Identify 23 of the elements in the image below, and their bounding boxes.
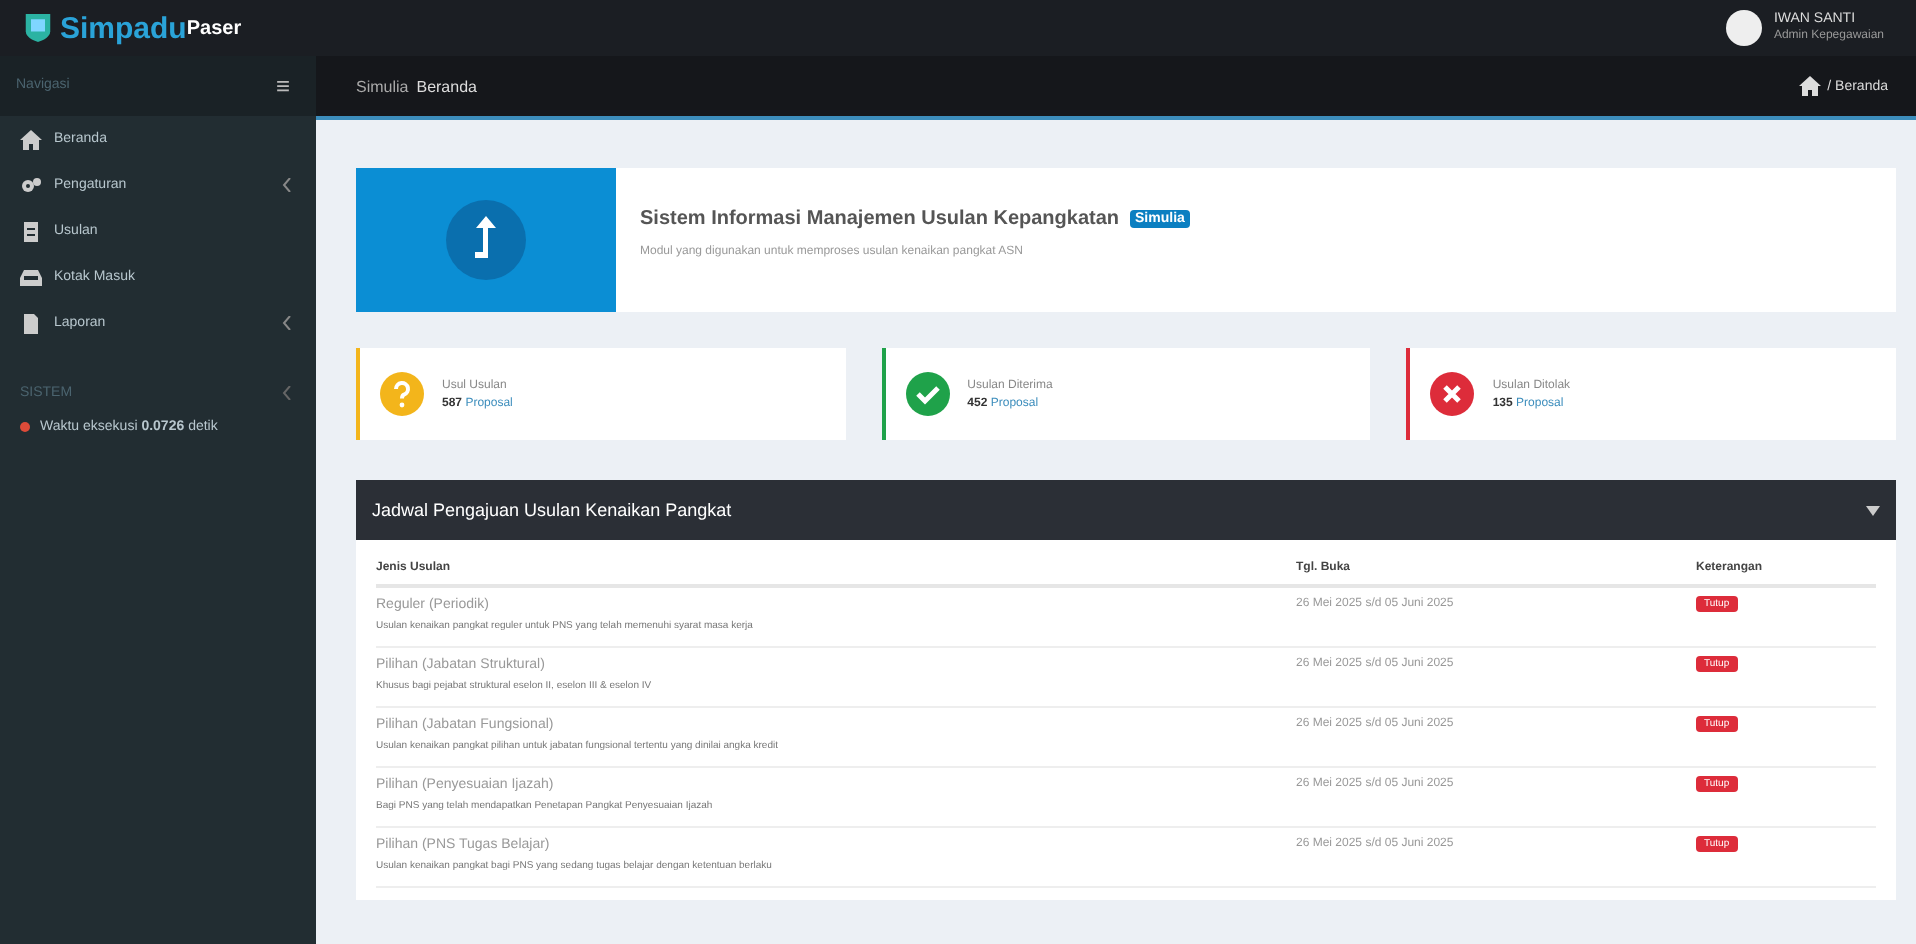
panel-title: Jadwal Pengajuan Usulan Kenaikan Pangkat (372, 500, 732, 520)
app-name: Simulia (356, 77, 409, 95)
chevron-icon (282, 316, 292, 330)
file-icon (20, 313, 42, 333)
chevron-icon (282, 178, 292, 192)
chevron-icon (282, 386, 292, 400)
check-icon (905, 372, 950, 416)
inbox-icon (20, 267, 42, 287)
arrow-up-icon (446, 200, 526, 280)
shield-icon (24, 12, 52, 44)
gears-icon (20, 175, 42, 195)
hero-title: Sistem Informasi Manajemen Usulan Kepangkatan (640, 208, 1120, 230)
question-icon (380, 372, 424, 416)
page-title: Beranda (416, 77, 479, 95)
caret-icon[interactable] (1866, 505, 1880, 515)
home-icon[interactable] (1797, 76, 1822, 96)
home-icon (20, 129, 42, 149)
menu-icon[interactable]: ≡ (276, 72, 312, 100)
app-logo[interactable]: SimpaduPaser (0, 11, 242, 45)
cross-icon (1430, 372, 1475, 416)
document-icon (20, 221, 42, 241)
user-avatar[interactable] (1725, 10, 1762, 46)
status-dot (20, 422, 30, 432)
